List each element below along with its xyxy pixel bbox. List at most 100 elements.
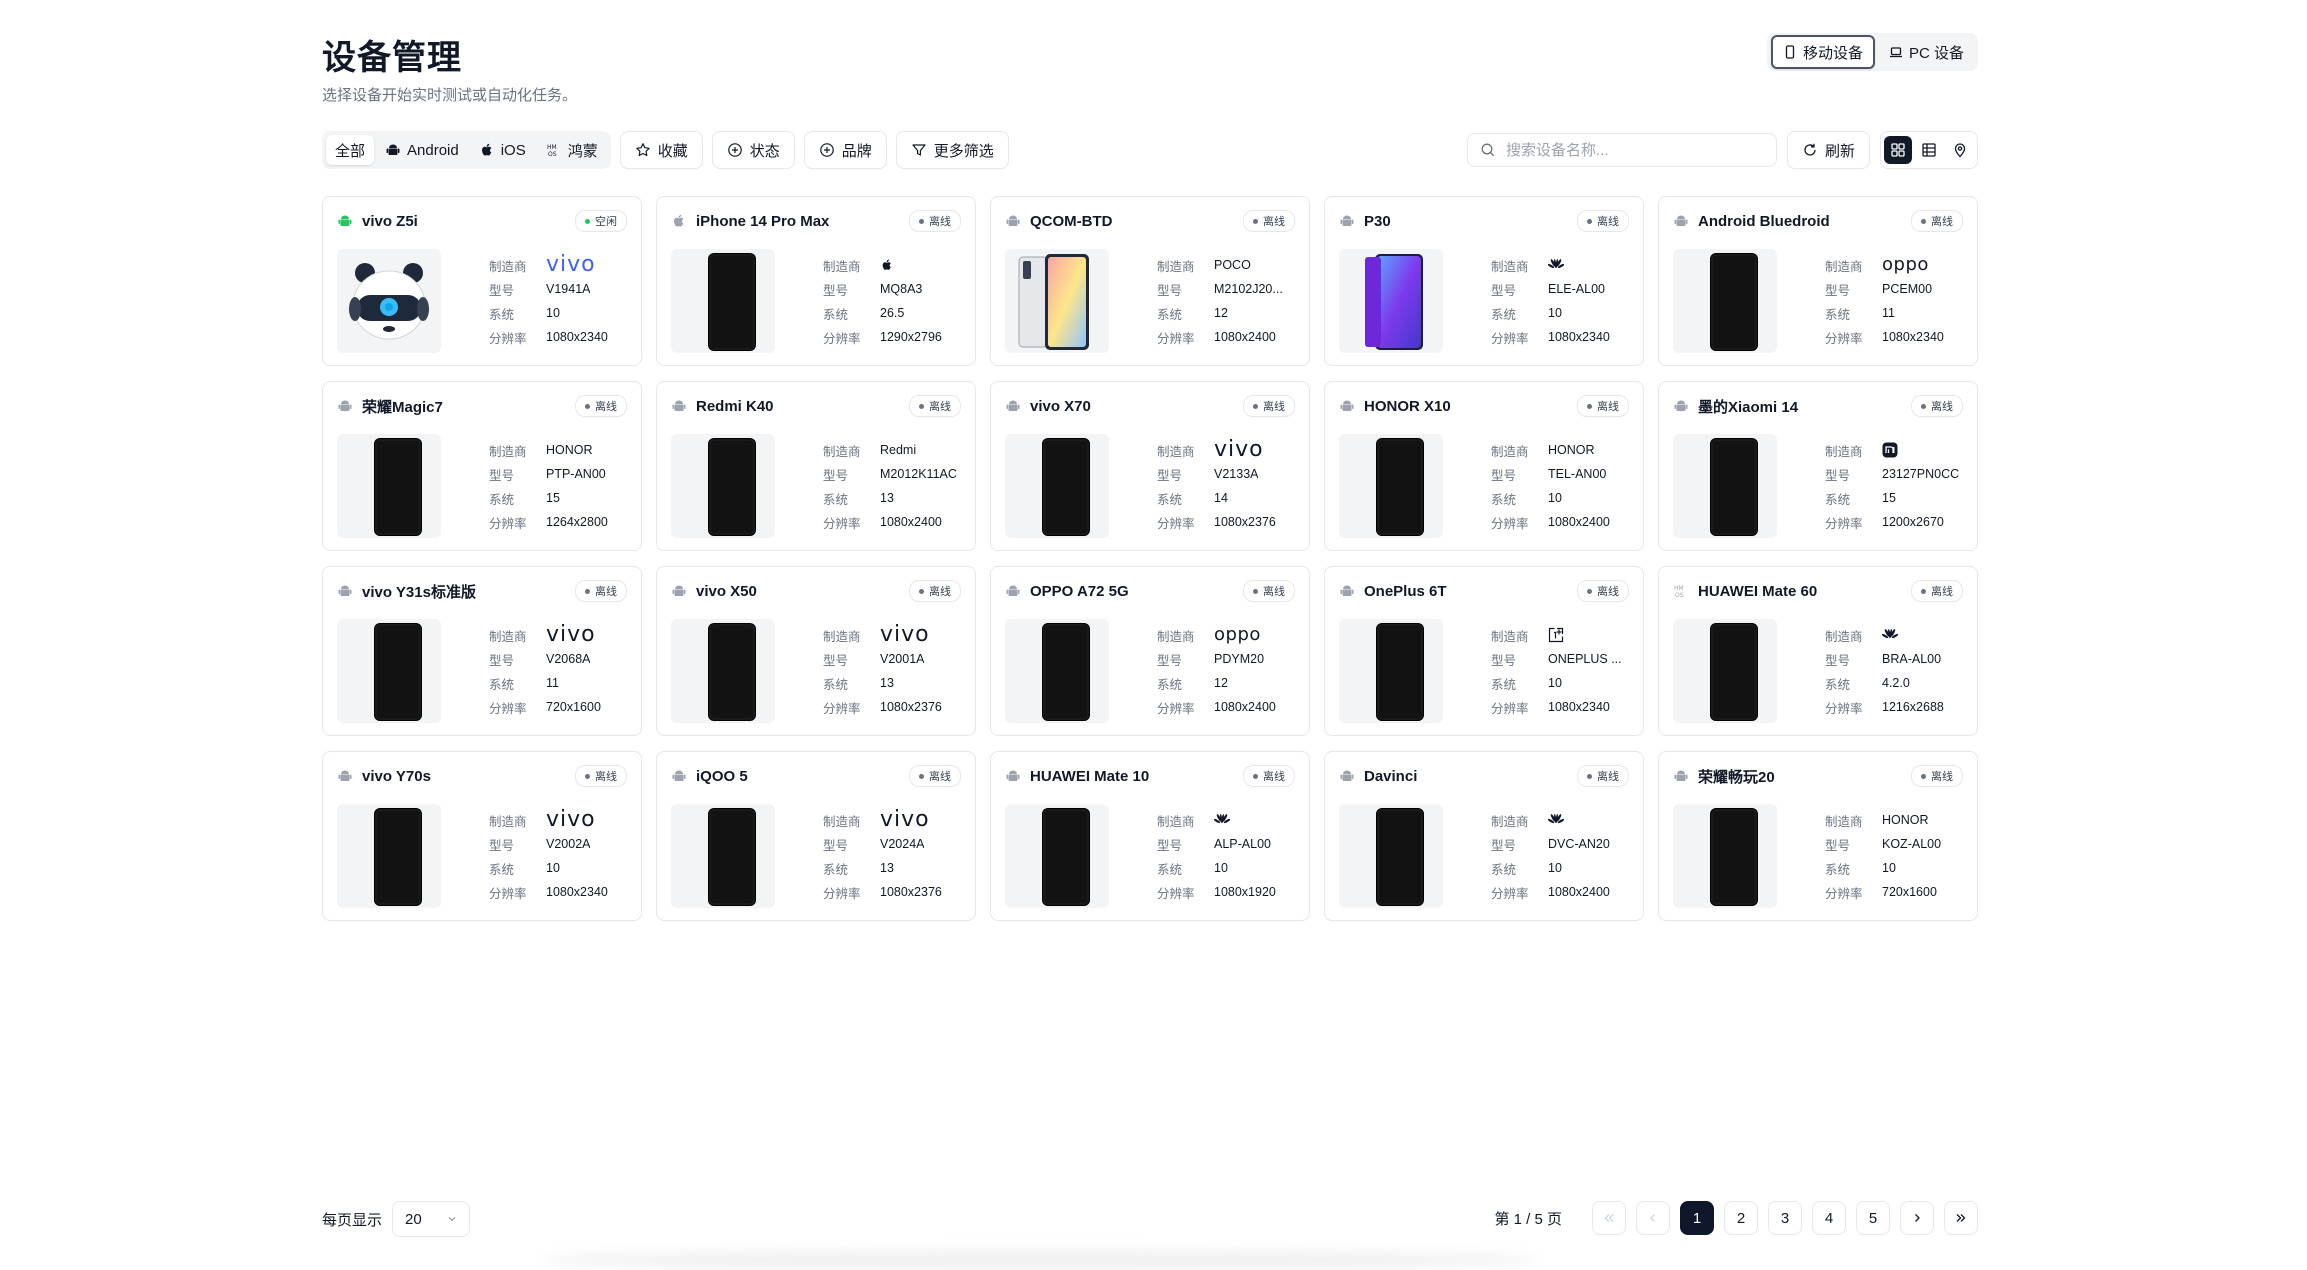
device-name: QCOM-BTD <box>1030 212 1113 230</box>
mobile-devices-tab[interactable]: 移动设备 <box>1770 35 1875 69</box>
status-dot <box>585 773 590 779</box>
spec-label: 系统 <box>489 492 515 507</box>
model-value: PCEM00 <box>1882 282 1933 296</box>
table-view-button[interactable] <box>1915 136 1943 164</box>
device-specs: 制造商 型号 23127PN0CC 系统 15 分辨率 1200x2670 <box>1825 438 1975 534</box>
os-filter-all[interactable]: 全部 <box>326 135 375 165</box>
device-card[interactable]: iPhone 14 Pro Max 离线 制造商 型号 MQ8A3 系统 26.5 分辨率 12… <box>656 196 976 366</box>
device-specs: 制造商 型号 BRA-AL00 系统 4.2.0 分辨率 1216x2688 <box>1825 623 1975 719</box>
mobile-devices-label: 移动设备 <box>1802 44 1863 62</box>
last-page-button[interactable] <box>1944 1201 1978 1235</box>
map-view-button[interactable] <box>1946 136 1974 164</box>
device-thumbnail <box>1673 619 1777 723</box>
device-card[interactable]: HUAWEI Mate 10 离线 制造商 型号 ALP-AL00 系统 10 分辨率 1080… <box>990 751 1310 921</box>
spec-manufacturer: 制造商 HONOR <box>1825 808 1975 832</box>
search-input[interactable] <box>1503 140 1748 160</box>
android-icon <box>337 398 353 414</box>
resolution-value: 1080x2340 <box>546 885 608 899</box>
spec-system: 系统 10 <box>1491 856 1641 880</box>
spec-system: 系统 14 <box>1157 486 1307 510</box>
resolution-value: 1080x2376 <box>1214 515 1276 529</box>
device-thumbnail <box>337 619 441 723</box>
device-card[interactable]: vivo Y31s标准版 离线 制造商 vivo 型号 V2068A 系统 11 分辨率 720x… <box>322 566 642 736</box>
system-value: 11 <box>546 676 559 690</box>
device-card[interactable]: HONOR X10 离线 制造商 HONOR 型号 TEL-AN00 系统 10 分辨率 1080… <box>1324 381 1644 551</box>
page-button-3[interactable]: 3 <box>1768 1201 1802 1235</box>
prev-page-button[interactable] <box>1636 1201 1670 1235</box>
device-thumbnail <box>1673 249 1777 353</box>
status-dot <box>1921 403 1926 409</box>
pagination: 第 1 / 5 页 1 2 3 4 5 <box>1494 1201 1978 1235</box>
page-button-5[interactable]: 5 <box>1856 1201 1890 1235</box>
device-card[interactable]: vivo Y70s 离线 制造商 vivo 型号 V2002A 系统 10 分辨率 1080x23… <box>322 751 642 921</box>
more-filters-button[interactable]: 更多筛选 <box>895 131 1009 169</box>
grid-view-icon <box>1891 143 1905 157</box>
spec-manufacturer: 制造商 HONOR <box>489 438 639 462</box>
manufacturer-value: POCO <box>1214 258 1251 272</box>
device-card[interactable]: OnePlus 6T 离线 制造商 型号 ONEPLUS ... 系统 10 分辨率 1080x… <box>1324 566 1644 736</box>
device-card[interactable]: Davinci 离线 制造商 型号 DVC-AN20 系统 10 分辨率 1080x2400 <box>1324 751 1644 921</box>
model-value: PDYM20 <box>1214 652 1265 666</box>
spec-label: 分辨率 <box>1825 701 1863 716</box>
device-card[interactable]: OPPO A72 5G 离线 制造商 oppo 型号 PDYM20 系统 12 分辨率 1080x… <box>990 566 1310 736</box>
chevron-left-icon <box>1650 1214 1655 1222</box>
pc-devices-tab[interactable]: PC 设备 <box>1879 37 1974 67</box>
spec-system: 系统 13 <box>823 671 973 695</box>
phone-image <box>709 439 755 535</box>
status-filter-button[interactable]: 状态 <box>711 131 795 169</box>
device-thumbnail <box>671 434 775 538</box>
spec-label: 系统 <box>1825 492 1851 507</box>
spec-resolution: 分辨率 1080x2340 <box>1491 695 1641 719</box>
panda-mascot-image <box>337 249 441 353</box>
device-photo <box>1339 249 1443 353</box>
vivo-logo: vivo <box>1214 437 1264 462</box>
android-icon <box>1339 583 1355 599</box>
page-button-4[interactable]: 4 <box>1812 1201 1846 1235</box>
device-card[interactable]: HM OS HUAWEI Mate 60 离线 制造商 型号 BRA-AL00 系统 4.2.0… <box>1658 566 1978 736</box>
model-value: ALP-AL00 <box>1214 837 1271 851</box>
device-card[interactable]: vivo Z5i 空闲 制造商 vivo 型号 V1941A 系统 10 分辨率 1080x234… <box>322 196 642 366</box>
system-value: 26.5 <box>880 306 905 320</box>
spec-label: 制造商 <box>489 629 527 644</box>
device-card[interactable]: 荣耀Magic7 离线 制造商 HONOR 型号 PTP-AN00 系统 15 分辨率 1264x… <box>322 381 642 551</box>
status-badge: 离线 <box>1243 580 1295 602</box>
refresh-button[interactable]: 刷新 <box>1786 131 1870 169</box>
svg-text:HM: HM <box>1674 585 1684 592</box>
device-card[interactable]: iQOO 5 离线 制造商 vivo 型号 V2024A 系统 13 分辨率 1080x2376 <box>656 751 976 921</box>
harmonyos-icon: HMOS <box>547 144 557 158</box>
device-card[interactable]: vivo X50 离线 制造商 vivo 型号 V2001A 系统 13 分辨率 1080x237… <box>656 566 976 736</box>
device-card[interactable]: QCOM-BTD 离线 制造商 POCO 型号 M2102J20... 系统 12 分辨率 108… <box>990 196 1310 366</box>
device-thumbnail <box>1005 434 1109 538</box>
oneplus-logo-icon <box>1548 627 1564 643</box>
next-page-button[interactable] <box>1900 1201 1934 1235</box>
vivo-logo: vivo <box>546 622 596 647</box>
os-filter-android[interactable]: Android <box>376 135 468 165</box>
status-text: 离线 <box>1263 401 1285 413</box>
system-value: 15 <box>546 491 560 505</box>
page-size-select[interactable]: 20 <box>392 1201 471 1237</box>
page-button-2[interactable]: 2 <box>1724 1201 1758 1235</box>
manufacturer-logo: Redmi <box>880 438 916 462</box>
grid-view-button[interactable] <box>1884 136 1912 164</box>
brand-filter-button[interactable]: 品牌 <box>803 131 887 169</box>
os-filter-ios[interactable]: iOS <box>470 135 535 165</box>
plus-circle-icon <box>819 143 834 157</box>
phone-image <box>1043 439 1089 535</box>
os-filter-harmony[interactable]: HM OS 鸿蒙 <box>537 135 607 165</box>
favorites-filter-button[interactable]: 收藏 <box>619 131 703 169</box>
device-thumbnail <box>1673 804 1777 908</box>
device-name: 墨的Xiaomi 14 <box>1698 398 1799 416</box>
device-card[interactable]: P30 离线 制造商 型号 ELE-AL00 系统 10 分辨率 1080x2340 <box>1324 196 1644 366</box>
device-card[interactable]: Redmi K40 离线 制造商 Redmi 型号 M2012K11AC 系统 13 分辨率 10… <box>656 381 976 551</box>
device-card[interactable]: Android Bluedroid 离线 制造商 oppo 型号 PCEM00 系统 11 分辨… <box>1658 196 1978 366</box>
device-card[interactable]: 荣耀畅玩20 离线 制造商 HONOR 型号 KOZ-AL00 系统 10 分辨率 720x160… <box>1658 751 1978 921</box>
spec-system: 系统 4.2.0 <box>1825 671 1975 695</box>
os-filter-harmony-label: 鸿蒙 <box>567 142 598 160</box>
device-card[interactable]: vivo X70 离线 制造商 vivo 型号 V2133A 系统 14 分辨率 1080x237… <box>990 381 1310 551</box>
page-button-1[interactable]: 1 <box>1680 1201 1714 1235</box>
device-card-header: 墨的Xiaomi 14 离线 <box>1673 395 1963 417</box>
device-card-header: iPhone 14 Pro Max 离线 <box>671 210 961 232</box>
resolution-value: 1080x2400 <box>1214 700 1276 714</box>
first-page-button[interactable] <box>1592 1201 1626 1235</box>
device-card[interactable]: 墨的Xiaomi 14 离线制造商 型号 23127PN0CC 系统 15 分辨率 1200x… <box>1658 381 1978 551</box>
